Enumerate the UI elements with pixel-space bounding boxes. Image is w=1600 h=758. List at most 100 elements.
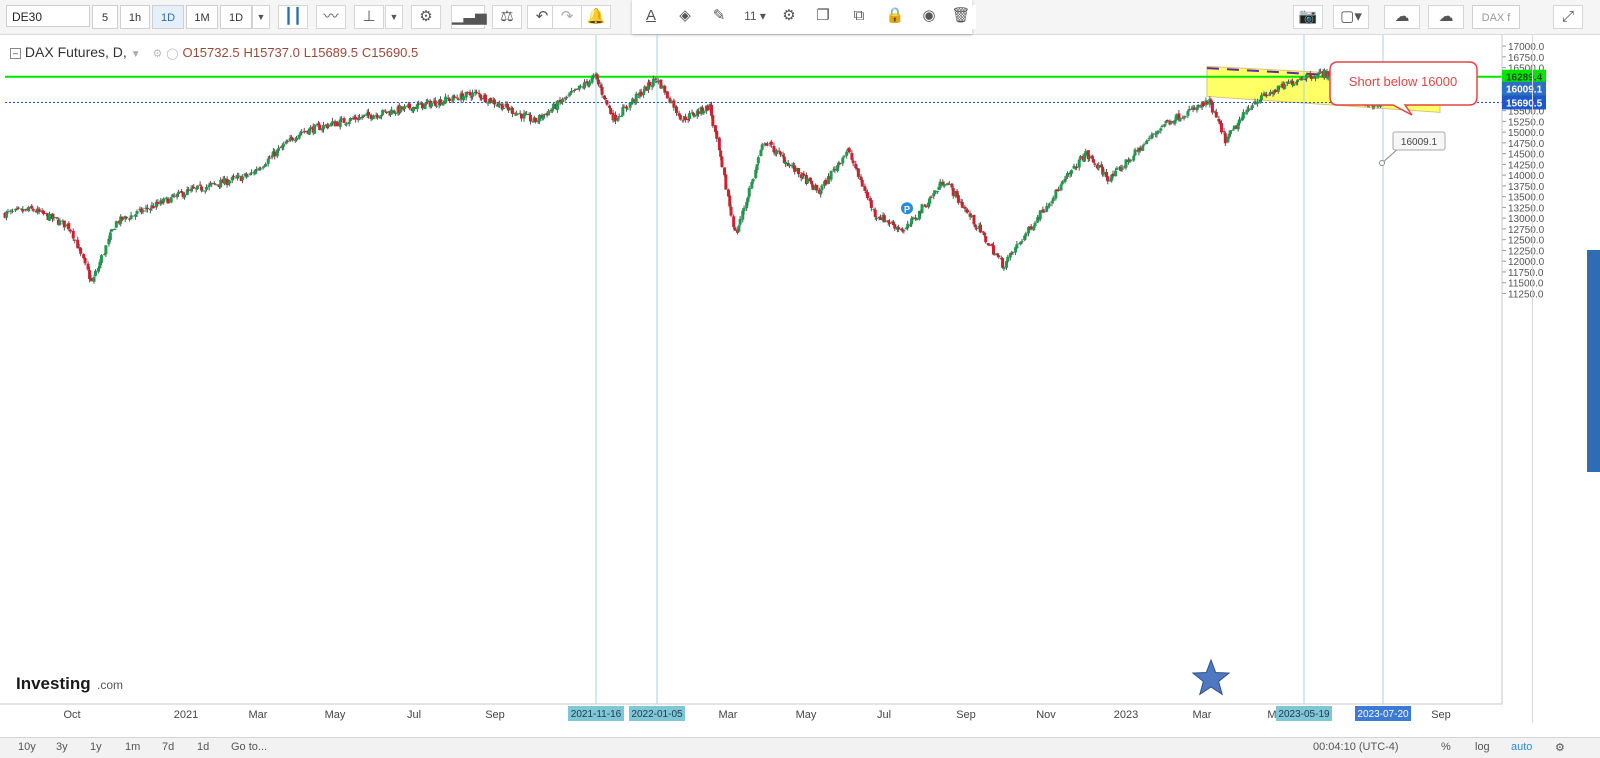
candle-body: [1011, 251, 1015, 254]
settings-gear-icon[interactable]: ⚙: [411, 5, 441, 29]
interval-1m-button[interactable]: 1M: [186, 5, 218, 29]
p-marker-label: P: [904, 204, 910, 214]
interval-1h-button[interactable]: 1h: [120, 5, 150, 29]
interval-1d-button[interactable]: 1D: [152, 5, 184, 29]
layers-icon[interactable]: ❐: [806, 5, 840, 29]
color-square-icon[interactable]: ▢▾: [1333, 5, 1369, 29]
camera-icon[interactable]: 📷: [1293, 5, 1323, 29]
text-tool-icon[interactable]: A: [636, 5, 666, 29]
range-7d[interactable]: 7d: [162, 741, 174, 753]
candle-body: [715, 130, 719, 139]
candle-body: [1002, 267, 1006, 270]
chart-name-field[interactable]: DAX f: [1472, 5, 1520, 29]
candle-body: [232, 176, 236, 178]
candle-body: [438, 99, 442, 105]
drawing-settings-icon[interactable]: ⚙: [774, 5, 804, 29]
x-tick-label: Mar: [719, 709, 738, 721]
range-1m[interactable]: 1m: [125, 741, 140, 753]
candle-body: [131, 215, 135, 217]
candle-body: [456, 99, 460, 101]
cloud-download-icon[interactable]: ☁: [1384, 5, 1420, 29]
alert-bell-icon[interactable]: 🔔: [581, 5, 611, 29]
candle-body: [811, 184, 815, 190]
visibility-eye-icon[interactable]: ◉: [914, 5, 944, 29]
candle-body: [833, 169, 837, 171]
candle-body: [591, 75, 595, 77]
star-icon: [1191, 658, 1231, 696]
interval-5-button[interactable]: 5: [92, 5, 118, 29]
interval-1d-menu-button[interactable]: 1D: [220, 5, 252, 29]
chart-area[interactable]: 17000.016750.016500.016250.016000.015750…: [0, 35, 1546, 737]
legend-hide-icon[interactable]: ◯: [166, 48, 178, 60]
candle-body: [561, 98, 565, 103]
legend-menu-icon[interactable]: ▼: [131, 49, 141, 60]
candle-body: [385, 111, 389, 114]
pencil-icon[interactable]: ✎: [704, 5, 734, 29]
value-callout-anchor: [1379, 160, 1385, 166]
candle-body: [966, 209, 970, 213]
auto-toggle[interactable]: auto: [1511, 741, 1532, 753]
candle-body: [1142, 144, 1146, 146]
x-tick-label: Jul: [877, 709, 891, 721]
goto-date[interactable]: Go to...: [231, 741, 267, 753]
percent-toggle[interactable]: %: [1441, 741, 1451, 753]
side-panel-handle[interactable]: [1587, 250, 1600, 472]
candle-body: [1133, 149, 1137, 156]
candle-body: [1145, 140, 1149, 145]
trash-icon[interactable]: 🗑: [946, 5, 976, 29]
compare-scale-icon[interactable]: ⚖: [492, 5, 522, 29]
cloud-upload-icon[interactable]: ☁: [1428, 5, 1464, 29]
log-toggle[interactable]: log: [1475, 741, 1490, 753]
bottom-settings-icon[interactable]: ⚙: [1555, 741, 1565, 754]
studies-icon[interactable]: ▁▃▅: [451, 5, 487, 29]
candle-body: [219, 179, 223, 188]
lock-icon[interactable]: 🔒: [880, 5, 910, 29]
indicator-dropdown-icon[interactable]: ▼: [385, 5, 403, 29]
candle-body: [1159, 128, 1163, 131]
interval-dropdown-icon[interactable]: ▼: [252, 5, 270, 29]
candle-body: [354, 117, 358, 120]
candle-body: [842, 155, 846, 158]
candle-body: [902, 230, 906, 232]
candle-body: [1093, 163, 1097, 165]
candle-body: [37, 208, 41, 212]
candle-body: [775, 150, 779, 155]
line-chart-icon[interactable]: 〰: [316, 5, 346, 29]
redo-icon[interactable]: ↷: [552, 5, 582, 29]
candle-body: [1156, 130, 1160, 134]
symbol-input[interactable]: DE30: [6, 5, 90, 27]
candle-body: [327, 125, 331, 127]
font-size-select[interactable]: 11 ▾: [738, 5, 772, 29]
candle-body: [1182, 117, 1186, 119]
candle-body: [42, 210, 46, 215]
candle-body: [1124, 159, 1128, 168]
collapse-legend-icon[interactable]: –: [10, 48, 21, 59]
candle-body: [498, 103, 502, 106]
candle-body: [6, 211, 10, 213]
clone-icon[interactable]: ⧉: [842, 5, 876, 29]
range-1d[interactable]: 1d: [197, 741, 209, 753]
range-1y[interactable]: 1y: [90, 741, 102, 753]
legend-settings-icon[interactable]: ⚙: [153, 48, 163, 60]
range-10y[interactable]: 10y: [18, 741, 36, 753]
candle-body: [94, 270, 97, 276]
candle-body: [697, 111, 701, 114]
candle-body: [1024, 233, 1028, 237]
indicator-icon[interactable]: ⊥: [354, 5, 384, 29]
candle-body: [1160, 125, 1164, 128]
candle-body: [1132, 155, 1136, 161]
candle-body: [145, 207, 149, 210]
candles-icon[interactable]: ┃┃: [278, 5, 308, 29]
fullscreen-icon[interactable]: ⤢: [1553, 5, 1583, 29]
candle-body: [1079, 156, 1083, 159]
x-tick-label: Jul: [407, 709, 421, 721]
y-tick-label: 12000.0: [1508, 257, 1545, 268]
range-3y[interactable]: 3y: [56, 741, 68, 753]
candle-body: [1219, 122, 1223, 133]
legend-close: C15690.5: [361, 45, 419, 60]
candle-body: [166, 198, 170, 204]
candle-body: [815, 184, 819, 191]
fill-bucket-icon[interactable]: ◈: [670, 5, 700, 29]
candle-body: [1283, 84, 1287, 89]
candle-body: [420, 103, 424, 109]
